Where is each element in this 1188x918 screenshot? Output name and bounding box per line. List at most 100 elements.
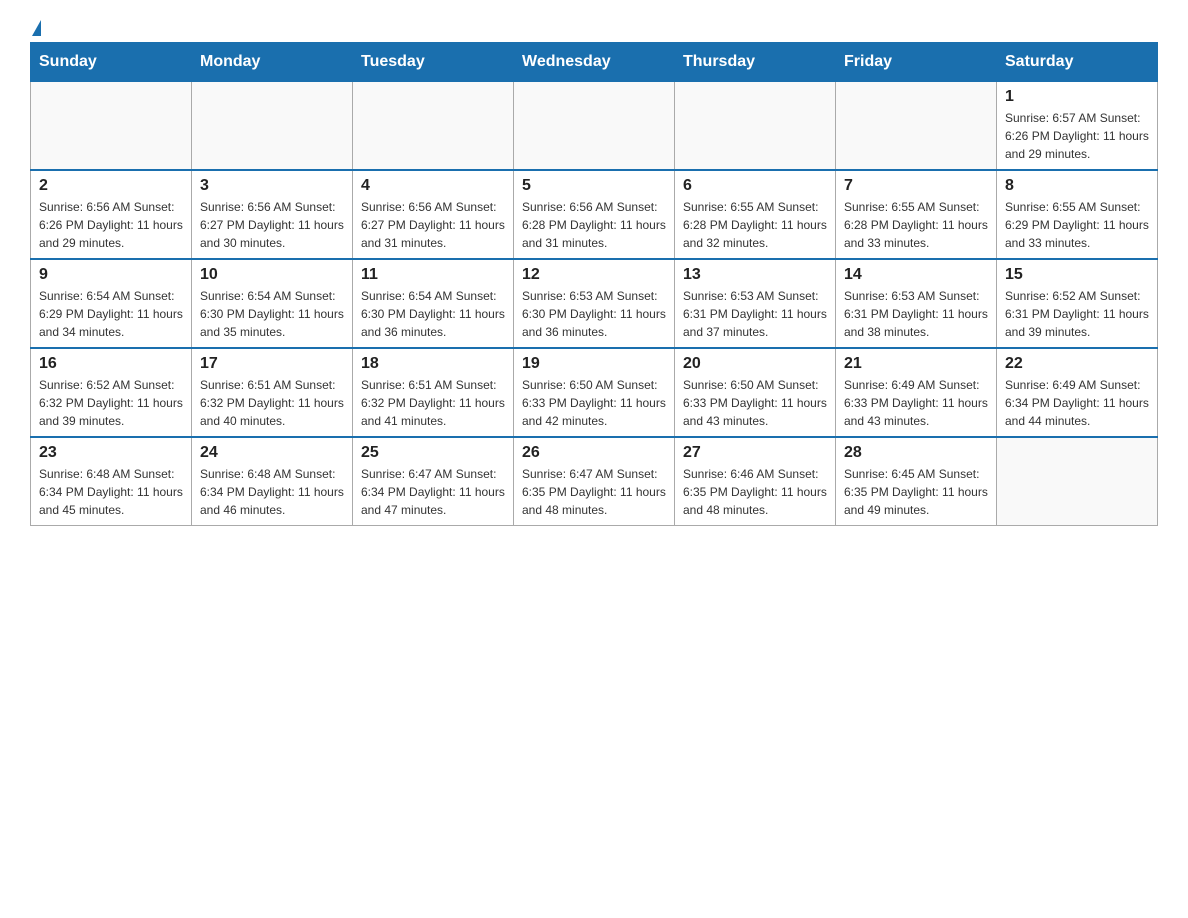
week-row-2: 2 Sunrise: 6:56 AM Sunset: 6:26 PM Daylig… <box>31 170 1158 259</box>
day-info: Sunrise: 6:49 AM Sunset: 6:33 PM Dayligh… <box>844 376 988 430</box>
calendar-cell: 8 Sunrise: 6:55 AM Sunset: 6:29 PM Daylig… <box>997 170 1158 259</box>
week-row-1: 1 Sunrise: 6:57 AM Sunset: 6:26 PM Daylig… <box>31 82 1158 171</box>
day-number: 14 <box>844 266 988 284</box>
calendar-cell: 4 Sunrise: 6:56 AM Sunset: 6:27 PM Daylig… <box>353 170 514 259</box>
day-info: Sunrise: 6:56 AM Sunset: 6:27 PM Dayligh… <box>200 198 344 252</box>
day-number: 2 <box>39 177 183 195</box>
day-number: 28 <box>844 444 988 462</box>
day-number: 15 <box>1005 266 1149 284</box>
calendar-cell: 23 Sunrise: 6:48 AM Sunset: 6:34 PM Dayli… <box>31 437 192 526</box>
calendar-cell: 18 Sunrise: 6:51 AM Sunset: 6:32 PM Dayli… <box>353 348 514 437</box>
day-number: 10 <box>200 266 344 284</box>
day-number: 19 <box>522 355 666 373</box>
calendar-cell: 10 Sunrise: 6:54 AM Sunset: 6:30 PM Dayli… <box>192 259 353 348</box>
day-info: Sunrise: 6:54 AM Sunset: 6:30 PM Dayligh… <box>361 287 505 341</box>
day-number: 5 <box>522 177 666 195</box>
day-number: 3 <box>200 177 344 195</box>
day-info: Sunrise: 6:51 AM Sunset: 6:32 PM Dayligh… <box>200 376 344 430</box>
day-number: 21 <box>844 355 988 373</box>
day-number: 9 <box>39 266 183 284</box>
weekday-header-saturday: Saturday <box>997 43 1158 82</box>
day-number: 16 <box>39 355 183 373</box>
calendar-cell: 14 Sunrise: 6:53 AM Sunset: 6:31 PM Dayli… <box>836 259 997 348</box>
calendar-cell: 13Sunrise: 6:53 AM Sunset: 6:31 PM Dayli… <box>675 259 836 348</box>
weekday-header-friday: Friday <box>836 43 997 82</box>
day-number: 6 <box>683 177 827 195</box>
day-number: 11 <box>361 266 505 284</box>
week-row-4: 16 Sunrise: 6:52 AM Sunset: 6:32 PM Dayli… <box>31 348 1158 437</box>
day-number: 27 <box>683 444 827 462</box>
day-info: Sunrise: 6:51 AM Sunset: 6:32 PM Dayligh… <box>361 376 505 430</box>
day-info: Sunrise: 6:46 AM Sunset: 6:35 PM Dayligh… <box>683 465 827 519</box>
calendar-cell: 16 Sunrise: 6:52 AM Sunset: 6:32 PM Dayli… <box>31 348 192 437</box>
day-number: 26 <box>522 444 666 462</box>
day-number: 17 <box>200 355 344 373</box>
calendar-cell <box>353 82 514 171</box>
day-info: Sunrise: 6:52 AM Sunset: 6:32 PM Dayligh… <box>39 376 183 430</box>
day-info: Sunrise: 6:55 AM Sunset: 6:29 PM Dayligh… <box>1005 198 1149 252</box>
calendar-cell <box>836 82 997 171</box>
day-number: 20 <box>683 355 827 373</box>
calendar-cell <box>514 82 675 171</box>
day-info: Sunrise: 6:47 AM Sunset: 6:35 PM Dayligh… <box>522 465 666 519</box>
calendar-cell: 22Sunrise: 6:49 AM Sunset: 6:34 PM Dayli… <box>997 348 1158 437</box>
calendar-cell: 19Sunrise: 6:50 AM Sunset: 6:33 PM Dayli… <box>514 348 675 437</box>
weekday-header-thursday: Thursday <box>675 43 836 82</box>
day-info: Sunrise: 6:53 AM Sunset: 6:30 PM Dayligh… <box>522 287 666 341</box>
calendar-cell: 6 Sunrise: 6:55 AM Sunset: 6:28 PM Daylig… <box>675 170 836 259</box>
weekday-header-tuesday: Tuesday <box>353 43 514 82</box>
day-number: 23 <box>39 444 183 462</box>
day-number: 22 <box>1005 355 1149 373</box>
calendar-cell <box>997 437 1158 526</box>
day-info: Sunrise: 6:56 AM Sunset: 6:26 PM Dayligh… <box>39 198 183 252</box>
day-number: 8 <box>1005 177 1149 195</box>
day-info: Sunrise: 6:57 AM Sunset: 6:26 PM Dayligh… <box>1005 109 1149 163</box>
calendar-cell: 27 Sunrise: 6:46 AM Sunset: 6:35 PM Dayli… <box>675 437 836 526</box>
day-number: 13 <box>683 266 827 284</box>
weekday-header-wednesday: Wednesday <box>514 43 675 82</box>
day-number: 18 <box>361 355 505 373</box>
day-info: Sunrise: 6:54 AM Sunset: 6:30 PM Dayligh… <box>200 287 344 341</box>
day-info: Sunrise: 6:56 AM Sunset: 6:28 PM Dayligh… <box>522 198 666 252</box>
day-number: 4 <box>361 177 505 195</box>
calendar-cell: 24 Sunrise: 6:48 AM Sunset: 6:34 PM Dayli… <box>192 437 353 526</box>
calendar-cell: 2 Sunrise: 6:56 AM Sunset: 6:26 PM Daylig… <box>31 170 192 259</box>
calendar-cell <box>192 82 353 171</box>
day-info: Sunrise: 6:45 AM Sunset: 6:35 PM Dayligh… <box>844 465 988 519</box>
calendar-cell: 5 Sunrise: 6:56 AM Sunset: 6:28 PM Daylig… <box>514 170 675 259</box>
calendar-cell: 20Sunrise: 6:50 AM Sunset: 6:33 PM Dayli… <box>675 348 836 437</box>
calendar-cell: 17 Sunrise: 6:51 AM Sunset: 6:32 PM Dayli… <box>192 348 353 437</box>
weekday-header-row: SundayMondayTuesdayWednesdayThursdayFrid… <box>31 43 1158 82</box>
weekday-header-monday: Monday <box>192 43 353 82</box>
day-info: Sunrise: 6:48 AM Sunset: 6:34 PM Dayligh… <box>39 465 183 519</box>
day-info: Sunrise: 6:52 AM Sunset: 6:31 PM Dayligh… <box>1005 287 1149 341</box>
calendar-cell: 26 Sunrise: 6:47 AM Sunset: 6:35 PM Dayli… <box>514 437 675 526</box>
day-info: Sunrise: 6:48 AM Sunset: 6:34 PM Dayligh… <box>200 465 344 519</box>
day-info: Sunrise: 6:55 AM Sunset: 6:28 PM Dayligh… <box>844 198 988 252</box>
calendar-cell: 21 Sunrise: 6:49 AM Sunset: 6:33 PM Dayli… <box>836 348 997 437</box>
page-header <box>30 20 1158 32</box>
calendar-cell: 1 Sunrise: 6:57 AM Sunset: 6:26 PM Daylig… <box>997 82 1158 171</box>
calendar-cell: 25 Sunrise: 6:47 AM Sunset: 6:34 PM Dayli… <box>353 437 514 526</box>
logo <box>30 20 41 32</box>
day-number: 7 <box>844 177 988 195</box>
day-info: Sunrise: 6:56 AM Sunset: 6:27 PM Dayligh… <box>361 198 505 252</box>
calendar-cell: 9 Sunrise: 6:54 AM Sunset: 6:29 PM Daylig… <box>31 259 192 348</box>
calendar-table: SundayMondayTuesdayWednesdayThursdayFrid… <box>30 42 1158 526</box>
calendar-cell: 7 Sunrise: 6:55 AM Sunset: 6:28 PM Daylig… <box>836 170 997 259</box>
day-number: 1 <box>1005 88 1149 106</box>
logo-triangle-icon <box>32 20 41 36</box>
day-info: Sunrise: 6:53 AM Sunset: 6:31 PM Dayligh… <box>844 287 988 341</box>
day-number: 24 <box>200 444 344 462</box>
day-number: 12 <box>522 266 666 284</box>
day-info: Sunrise: 6:47 AM Sunset: 6:34 PM Dayligh… <box>361 465 505 519</box>
calendar-cell <box>31 82 192 171</box>
day-info: Sunrise: 6:55 AM Sunset: 6:28 PM Dayligh… <box>683 198 827 252</box>
week-row-3: 9 Sunrise: 6:54 AM Sunset: 6:29 PM Daylig… <box>31 259 1158 348</box>
week-row-5: 23 Sunrise: 6:48 AM Sunset: 6:34 PM Dayli… <box>31 437 1158 526</box>
day-number: 25 <box>361 444 505 462</box>
calendar-cell: 11 Sunrise: 6:54 AM Sunset: 6:30 PM Dayli… <box>353 259 514 348</box>
day-info: Sunrise: 6:54 AM Sunset: 6:29 PM Dayligh… <box>39 287 183 341</box>
calendar-cell: 28 Sunrise: 6:45 AM Sunset: 6:35 PM Dayli… <box>836 437 997 526</box>
weekday-header-sunday: Sunday <box>31 43 192 82</box>
